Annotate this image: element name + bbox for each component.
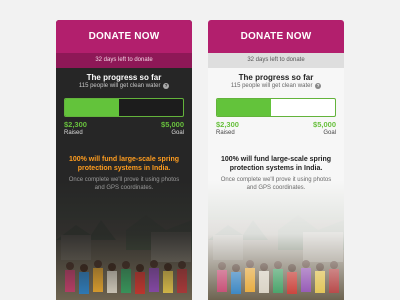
raised-block: $2,300 Raised: [216, 120, 239, 137]
impact-headline: 100% will fund large-scale spring protec…: [68, 156, 180, 172]
progress-subtitle: 115 people will get clean water ?: [56, 83, 192, 89]
goal-label: Goal: [323, 130, 336, 136]
impact-subline: Once complete we'll prove it using photo…: [68, 177, 180, 191]
progress-title: The progress so far: [238, 73, 314, 82]
progress-bar: [216, 98, 336, 117]
goal-block: $5,000 Goal: [161, 120, 184, 137]
progress-bar-fill: [217, 99, 272, 116]
goal-label: Goal: [171, 130, 184, 136]
goal-block: $5,000 Goal: [313, 120, 336, 137]
funding-amounts: $2,300 Raised $5,000 Goal: [64, 120, 184, 137]
children-photo-image: [208, 180, 344, 300]
donate-now-button[interactable]: DONATE NOW: [56, 20, 192, 53]
info-icon[interactable]: ?: [163, 83, 170, 89]
raised-block: $2,300 Raised: [64, 120, 87, 137]
community-photo: [56, 180, 192, 300]
goal-amount: $5,000: [313, 120, 336, 129]
raised-amount: $2,300: [64, 120, 87, 129]
community-photo: [208, 180, 344, 300]
donation-card-light: DONATE NOW 32 days left to donate The pr…: [208, 20, 344, 300]
progress-subtitle: 115 people will get clean water ?: [208, 83, 344, 89]
progress-title: The progress so far: [86, 73, 162, 82]
goal-amount: $5,000: [161, 120, 184, 129]
days-left-bar: 32 days left to donate: [56, 53, 192, 68]
raised-amount: $2,300: [216, 120, 239, 129]
donate-now-button[interactable]: DONATE NOW: [208, 20, 344, 53]
info-icon[interactable]: ?: [315, 83, 322, 89]
progress-bar: [64, 98, 184, 117]
impact-subline: Once complete we'll prove it using photo…: [220, 177, 332, 191]
children-photo-image: [56, 180, 192, 300]
days-left-bar: 32 days left to donate: [208, 53, 344, 68]
progress-subtitle-text: 115 people will get clean water: [230, 83, 313, 89]
impact-headline: 100% will fund large-scale spring protec…: [220, 156, 332, 172]
progress-bar-fill: [65, 99, 120, 116]
donation-card-dark: DONATE NOW 32 days left to donate The pr…: [56, 20, 192, 300]
funding-amounts: $2,300 Raised $5,000 Goal: [216, 120, 336, 137]
raised-label: Raised: [216, 130, 235, 136]
progress-subtitle-text: 115 people will get clean water: [78, 83, 161, 89]
raised-label: Raised: [64, 130, 83, 136]
